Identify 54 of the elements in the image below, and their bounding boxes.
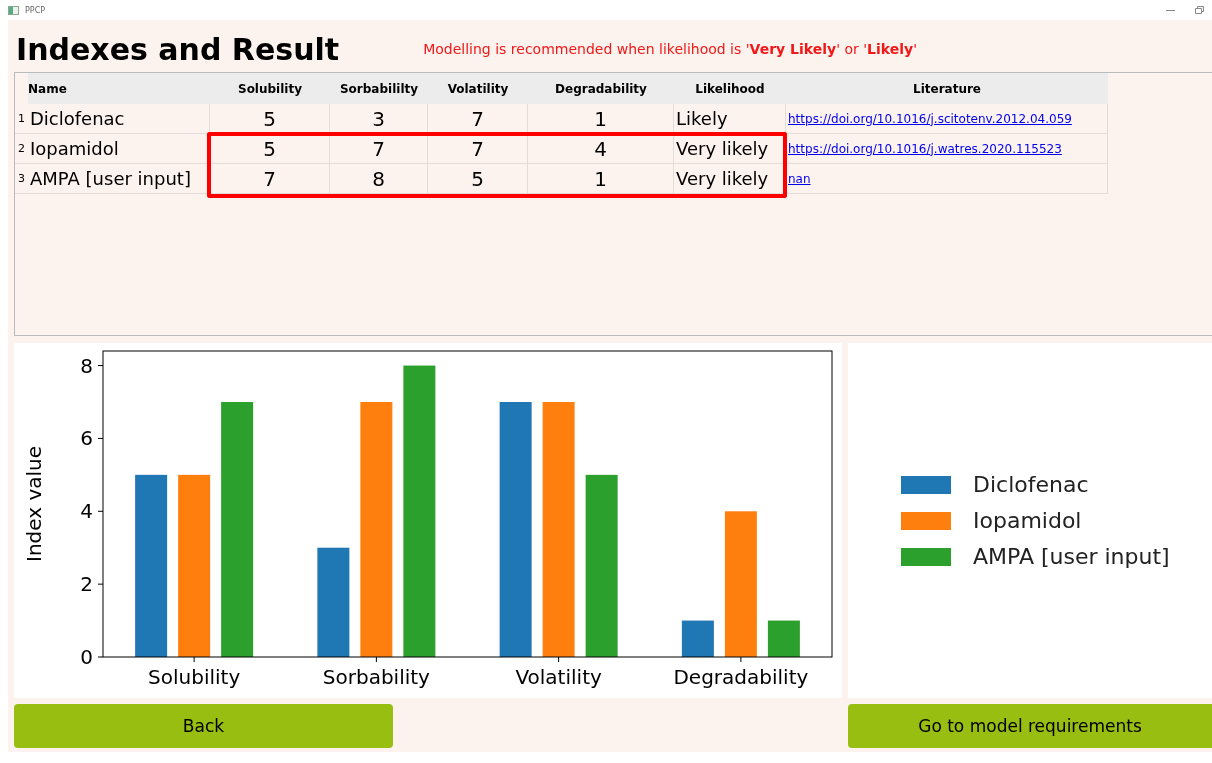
table-cell: 7: [428, 134, 528, 164]
y-tick-label: 8: [80, 353, 93, 378]
table-cell: 4: [528, 134, 674, 164]
minimize-icon[interactable]: [1166, 8, 1175, 12]
table-cell: 1: [528, 104, 674, 134]
x-tick-label: Sorbability: [322, 665, 430, 689]
y-tick-label: 4: [80, 499, 93, 524]
table-cell: 5: [428, 164, 528, 194]
row-number: 1: [15, 104, 28, 134]
recommendation-note: Modelling is recommended when likelihood is 'Very Likely' or 'Likely': [423, 41, 917, 57]
legend-label: Iopamidol: [973, 508, 1082, 533]
column-header[interactable]: Likelihood: [674, 73, 786, 104]
table-cell: AMPA [user input]: [28, 164, 210, 194]
page-title: Indexes and Result: [16, 31, 340, 67]
bar: [767, 620, 800, 657]
table-cell: Very likely: [674, 134, 786, 164]
column-header[interactable]: Volatility: [428, 73, 528, 104]
y-tick-label: 6: [80, 426, 93, 451]
table-cell: 7: [330, 134, 428, 164]
x-tick-label: Volatility: [515, 665, 602, 689]
column-header[interactable]: Degradability: [528, 73, 674, 104]
table-cell: Diclofenac: [28, 104, 210, 134]
y-tick-label: 2: [80, 572, 93, 597]
table-cell: 1: [528, 164, 674, 194]
next-button[interactable]: Go to model requirements: [848, 704, 1212, 748]
column-header[interactable]: Name: [28, 73, 210, 104]
table-cell: 5: [210, 134, 330, 164]
legend-label: AMPA [user input]: [973, 544, 1170, 569]
table-cell: 3: [330, 104, 428, 134]
window-title: PPCP: [25, 5, 46, 15]
table-cell: 7: [428, 104, 528, 134]
back-button[interactable]: Back: [14, 704, 393, 748]
app-icon: [8, 5, 19, 15]
column-header[interactable]: Literature: [786, 73, 1108, 104]
table-cell: Very likely: [674, 164, 786, 194]
bar: [681, 620, 714, 657]
table-cell: 8: [330, 164, 428, 194]
literature-link[interactable]: nan: [788, 171, 811, 186]
y-tick-label: 0: [80, 645, 93, 669]
y-axis-label: Index value: [22, 446, 46, 562]
table-cell: Likely: [674, 104, 786, 134]
column-header[interactable]: Solubility: [210, 73, 330, 104]
restore-icon[interactable]: [1195, 6, 1204, 14]
table-cell: 7: [210, 164, 330, 194]
literature-link[interactable]: https://doi.org/10.1016/j.scitotenv.2012.04.059: [788, 111, 1072, 126]
row-number: 3: [15, 164, 28, 194]
literature-link[interactable]: https://doi.org/10.1016/j.watres.2020.115523: [788, 141, 1062, 156]
x-tick-label: Solubility: [148, 665, 241, 689]
column-header[interactable]: Sorbabililty: [330, 73, 428, 104]
legend-label: Diclofenac: [973, 472, 1089, 497]
table-cell: Iopamidol: [28, 134, 210, 164]
x-tick-label: Degradability: [673, 665, 809, 689]
table-cell: 5: [210, 104, 330, 134]
row-number: 2: [15, 134, 28, 164]
